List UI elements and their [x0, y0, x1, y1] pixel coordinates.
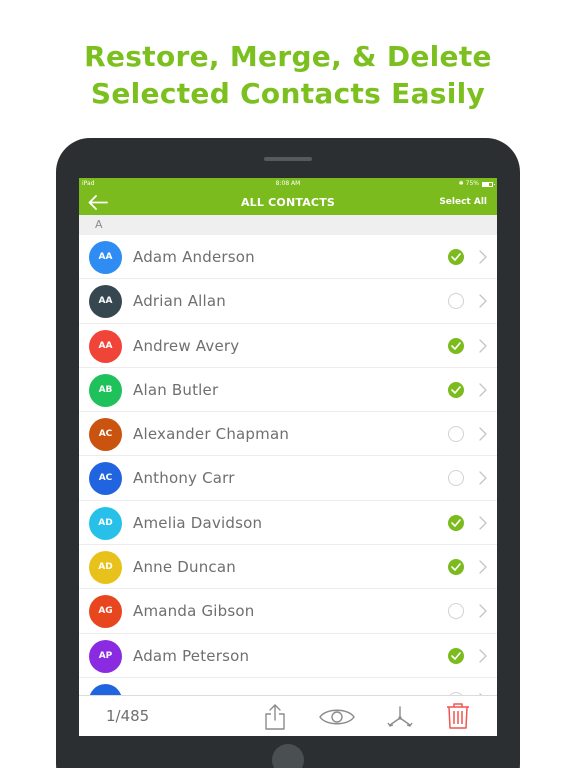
contact-row[interactable]: AD Anne Duncan — [79, 545, 497, 590]
contact-avatar: AD — [89, 551, 122, 585]
contact-name: Alexander Chapman — [133, 425, 290, 444]
checkmark-checked-icon[interactable] — [448, 381, 464, 398]
bottom-toolbar: 1/485 — [79, 695, 497, 736]
contact-avatar: AA — [89, 329, 122, 363]
contact-name: Andrew Avery — [133, 336, 240, 355]
chevron-right-icon — [479, 649, 487, 663]
selection-counter: 1/485 — [106, 707, 150, 725]
contact-row[interactable]: AA Adrian Allan — [79, 279, 497, 324]
chevron-right-icon — [479, 516, 487, 530]
contact-row[interactable]: AA Andrew Avery — [79, 324, 497, 368]
checkmark-unchecked-icon[interactable] — [448, 603, 464, 620]
contact-name: Adam Anderson — [133, 248, 255, 266]
battery-percent: 75% — [465, 180, 479, 187]
contact-row[interactable]: AP Adam Peterson — [79, 634, 497, 678]
merge-icon[interactable] — [386, 705, 414, 729]
contact-name: Alan Butler — [133, 380, 219, 399]
chevron-right-icon — [479, 294, 487, 308]
contact-name: Amanda Gibson — [133, 602, 255, 621]
headline-line-1: Restore, Merge, & Delete — [84, 40, 492, 73]
chevron-right-icon — [479, 383, 487, 397]
chevron-right-icon — [479, 471, 487, 486]
contact-avatar: AB — [89, 373, 122, 407]
checkmark-checked-icon[interactable] — [448, 559, 464, 576]
chevron-right-icon — [479, 560, 487, 574]
checkmark-checked-icon[interactable] — [448, 647, 464, 664]
trash-icon[interactable] — [445, 702, 471, 730]
eye-icon[interactable] — [318, 706, 356, 728]
contact-row[interactable]: AB Alan Butler — [79, 368, 497, 413]
chevron-right-icon — [479, 338, 487, 353]
nav-bar: ALL CONTACTS Select All — [79, 190, 497, 215]
chevron-right-icon — [479, 250, 487, 264]
contact-row[interactable]: AC Alexander Chapman — [79, 412, 497, 457]
contact-row[interactable]: AD Amelia Davidson — [79, 501, 497, 546]
checkmark-checked-icon[interactable] — [448, 249, 464, 265]
contact-avatar: AA — [89, 285, 122, 319]
contact-name: Adam Peterson — [133, 646, 250, 665]
contact-row[interactable]: AG Amanda Gibson — [79, 589, 497, 634]
contact-row[interactable] — [79, 678, 497, 695]
chevron-right-icon — [479, 427, 487, 441]
contact-name: Amelia Davidson — [133, 513, 263, 532]
share-icon[interactable] — [262, 703, 288, 731]
contact-name: Adrian Allan — [133, 292, 227, 311]
status-bar: iPad 8:08 AM ✱ 75% — [79, 178, 497, 190]
contact-name: Anthony Carr — [133, 469, 235, 488]
contact-list: AA Adam Anderson AA Adrian Allan AA Andrew Av… — [79, 235, 497, 695]
tablet-frame: iPad 8:08 AM ✱ 75% ALL CONTACTS Select A… — [56, 138, 520, 768]
contact-name: Anne Duncan — [133, 558, 236, 577]
app-screen: iPad 8:08 AM ✱ 75% ALL CONTACTS Select A… — [79, 178, 497, 736]
contact-avatar: AG — [89, 595, 122, 629]
contact-avatar: AC — [89, 418, 122, 452]
status-time: 8:08 AM — [275, 180, 301, 187]
contact-avatar: AC — [89, 462, 122, 496]
contact-row[interactable]: AC Anthony Carr — [79, 456, 497, 501]
checkmark-checked-icon[interactable] — [448, 514, 464, 531]
checkmark-checked-icon[interactable] — [448, 337, 464, 354]
headline-line-2: Selected Contacts Easily — [90, 77, 486, 110]
select-all-button[interactable]: Select All — [439, 190, 487, 215]
contact-avatar — [89, 683, 122, 695]
contact-avatar: AD — [89, 506, 122, 540]
battery-icon — [482, 181, 495, 187]
status-right: ✱ 75% — [458, 178, 495, 190]
checkmark-unchecked-icon[interactable] — [448, 470, 464, 487]
contact-avatar: AA — [89, 241, 122, 274]
contact-row[interactable]: AA Adam Anderson — [79, 235, 497, 280]
checkmark-unchecked-icon[interactable] — [448, 426, 464, 443]
checkmark-unchecked-icon[interactable] — [448, 293, 464, 310]
headline: Restore, Merge, & Delete Selected Contac… — [0, 38, 576, 112]
section-header: A — [79, 215, 497, 235]
home-button[interactable] — [272, 744, 304, 768]
bluetooth-icon: ✱ — [458, 180, 464, 187]
contact-avatar: AP — [89, 639, 122, 673]
nav-title: ALL CONTACTS — [240, 196, 336, 209]
chevron-right-icon — [479, 604, 487, 619]
tablet-speaker — [264, 157, 312, 161]
